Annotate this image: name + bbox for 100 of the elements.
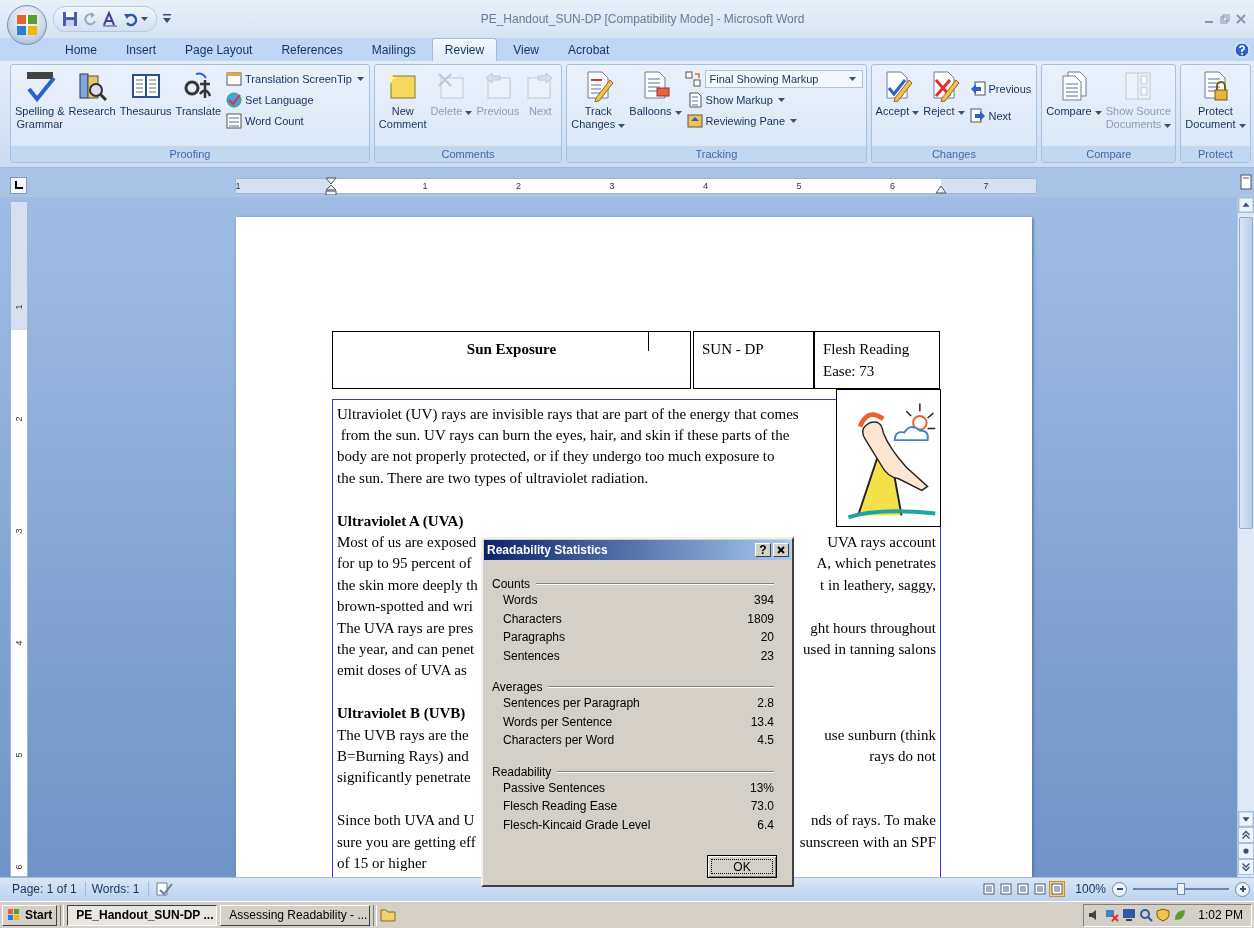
ribbon-tab[interactable]: Insert — [113, 38, 170, 61]
counter-icon — [226, 113, 243, 129]
markup-dropdown[interactable]: Final Showing Markup — [704, 70, 863, 88]
caret-icon — [848, 77, 856, 81]
ruler-toggle-icon[interactable] — [1240, 173, 1252, 190]
shield-icon[interactable] — [1156, 908, 1171, 923]
ribbon-button[interactable]: Balloons — [628, 68, 683, 120]
ribbon-button[interactable]: Spelling & Grammar — [14, 68, 66, 133]
stat-value: 6.4 — [757, 817, 774, 832]
help-button[interactable]: ? — [755, 543, 771, 557]
zoom-out-button[interactable] — [1112, 881, 1127, 897]
ruler-number: 5 — [796, 179, 802, 193]
page-lines-icon — [1051, 883, 1064, 896]
text-line: sunscreen with an SPF — [799, 832, 936, 852]
folder-icon[interactable] — [380, 908, 397, 923]
table-cell: Sun Exposure — [332, 330, 691, 389]
save-button[interactable] — [62, 11, 78, 27]
ribbon-button[interactable]: Track Changes — [570, 68, 627, 133]
view-button[interactable] — [998, 881, 1015, 898]
scrollbar-thumb[interactable] — [1239, 216, 1253, 529]
ribbon-button[interactable]: Reviewing Pane — [684, 112, 863, 130]
text-line: the year, and can penet — [337, 639, 475, 659]
stat-value: 394 — [753, 593, 774, 608]
ribbon-button[interactable]: Reject — [922, 68, 966, 120]
ribbon-button[interactable]: Thesaurus — [118, 68, 173, 120]
office-button[interactable] — [7, 5, 47, 45]
stat-value: 4.5 — [757, 733, 774, 748]
undo-button[interactable] — [123, 11, 148, 27]
ruler-number: 1 — [14, 303, 24, 312]
ribbon-button[interactable]: Protect Document — [1184, 68, 1247, 133]
section-heading: Ultraviolet A (UVA) — [337, 511, 464, 531]
right-indent-marker-icon[interactable] — [935, 184, 947, 194]
stat-value: 73.0 — [750, 799, 774, 814]
close-button[interactable] — [773, 543, 789, 557]
format-button[interactable] — [102, 11, 118, 27]
ribbon-button[interactable]: Accept — [874, 68, 921, 120]
text-line: A, which penetrates — [816, 554, 936, 574]
group-label: Protect — [1181, 145, 1250, 162]
page-lines-icon — [1017, 883, 1030, 896]
ribbon-tab[interactable]: Review — [431, 38, 498, 61]
caret-icon — [163, 14, 171, 24]
caret-icon — [777, 98, 785, 102]
ribbon-tab[interactable]: Mailings — [358, 38, 429, 61]
word-count[interactable]: Words: 1 — [91, 882, 149, 897]
magnifier-icon[interactable] — [1139, 908, 1154, 923]
ribbon-tab[interactable]: View — [500, 38, 552, 61]
zoom-level[interactable]: 100% — [1075, 882, 1106, 897]
taskbar-button[interactable]: PE_Handout_SUN-DP ... — [67, 904, 218, 926]
view-button[interactable] — [981, 881, 998, 898]
scroll-down-button[interactable] — [1238, 810, 1254, 827]
ribbon-button[interactable]: Compare — [1045, 68, 1103, 120]
taskbar-button[interactable]: Assessing Readability - ... — [220, 904, 371, 926]
caret-icon — [1164, 124, 1172, 128]
letter-a-icon — [102, 11, 118, 27]
ruler-number: 1 — [235, 179, 241, 193]
ribbon-tab[interactable]: Page Layout — [172, 38, 266, 61]
text-line: Ultraviolet (UV) rays are invisible rays that are part of the energy that comes — [337, 404, 799, 424]
stat-value: 13% — [749, 780, 774, 795]
text-line: emit doses of UVA as — [337, 661, 467, 681]
ribbon-button[interactable]: Word Count — [224, 112, 366, 130]
stat-label: Characters — [503, 611, 562, 626]
page-count[interactable]: Page: 1 of 1 — [12, 882, 86, 897]
ribbon-tab[interactable]: Acrobat — [554, 38, 623, 61]
office-logo-icon — [15, 13, 39, 37]
page-lines-icon — [1000, 883, 1013, 896]
text-line: used in tanning salons — [803, 639, 936, 659]
stat-label: Words — [503, 593, 538, 608]
ribbon-button[interactable]: Research — [67, 68, 117, 120]
help-icon[interactable] — [1234, 42, 1250, 58]
start-button[interactable]: Start — [2, 904, 58, 926]
view-button[interactable] — [1032, 881, 1049, 898]
proofing-check-icon[interactable] — [154, 881, 173, 898]
ribbon-tab[interactable]: Home — [52, 38, 110, 61]
ribbon-button[interactable]: Translate — [174, 68, 223, 120]
indent-marker-icon[interactable] — [325, 176, 337, 195]
close-icon[interactable] — [1236, 14, 1246, 24]
customize-toolbar-button[interactable] — [163, 14, 171, 24]
stat-label: Words per Sentence — [503, 714, 613, 729]
network-cross-icon[interactable] — [1105, 908, 1120, 923]
ribbon-button[interactable]: Translation ScreenTip — [224, 70, 366, 88]
ok-button[interactable]: OK — [707, 855, 777, 878]
text-line: brown-spotted and wri — [337, 597, 473, 617]
view-button[interactable] — [1015, 881, 1032, 898]
caret-icon — [1094, 111, 1102, 115]
zoom-slider-thumb[interactable] — [1177, 883, 1185, 896]
tab-stop-icon — [14, 180, 23, 190]
stat-label: Flesch Reading Ease — [503, 799, 618, 814]
windows-logo-icon — [7, 908, 21, 923]
view-button[interactable] — [1049, 881, 1066, 898]
tab-selector-button[interactable] — [10, 176, 27, 194]
monitor-icon[interactable] — [1122, 908, 1137, 923]
ribbon-button[interactable]: New Comment — [377, 68, 428, 133]
ribbon-tab[interactable]: References — [268, 38, 356, 61]
ribbon-button[interactable]: Next — [967, 107, 1034, 125]
ribbon-button[interactable]: Set Language — [224, 91, 366, 109]
stat-value: 23 — [760, 648, 774, 663]
ribbon-button[interactable]: Show Markup — [684, 91, 863, 109]
ribbon-button[interactable]: Previous — [967, 80, 1034, 98]
zoom-in-button[interactable] — [1235, 881, 1250, 897]
text-line: t in leathery, saggy, — [820, 575, 936, 595]
